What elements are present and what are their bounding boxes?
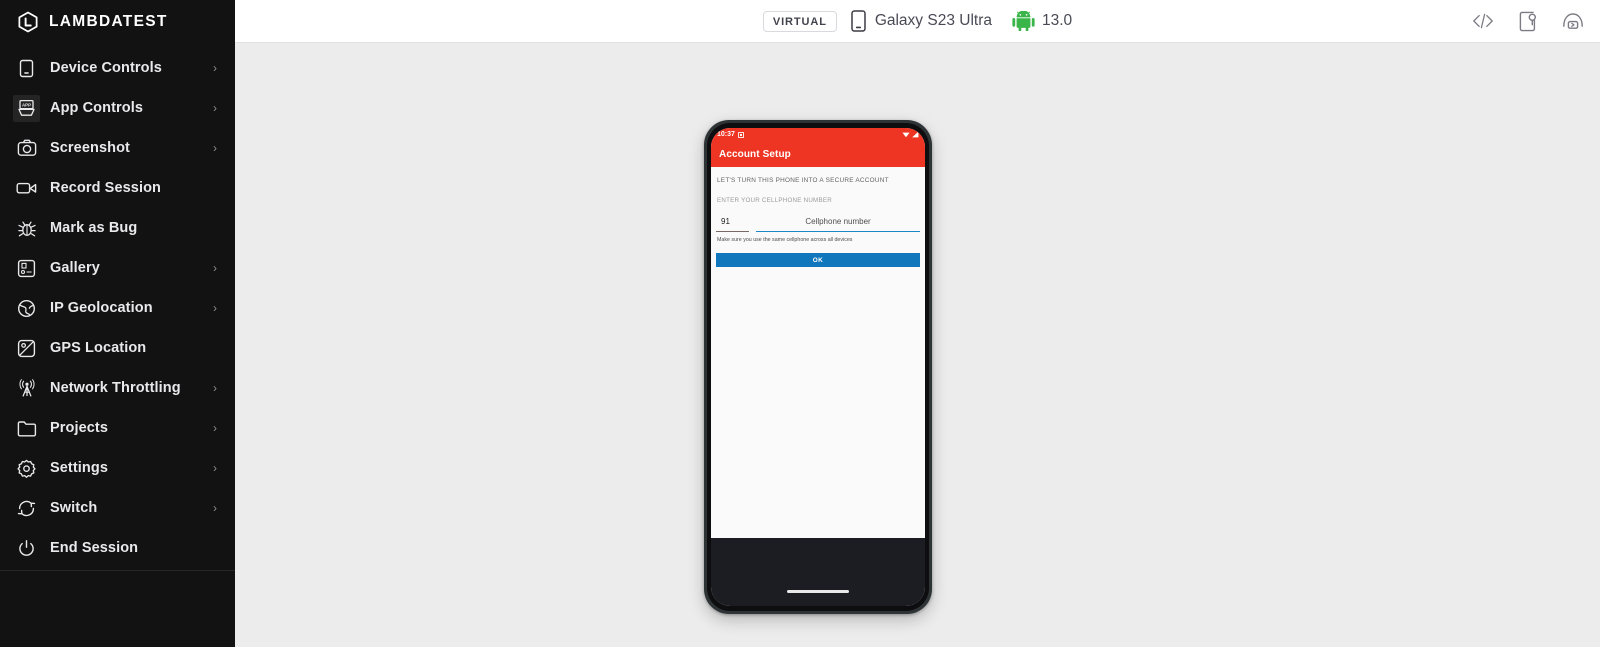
chevron-right-icon: ›: [213, 461, 217, 475]
sidebar-item-label: Projects: [50, 420, 109, 436]
sidebar-item-label: IP Geolocation: [50, 300, 153, 316]
main-area: VIRTUAL Galaxy S23 Ultra 13.0 10:37 Acco…: [235, 0, 1600, 647]
sidebar-item-label: Device Controls: [50, 60, 162, 76]
device-controls-icon: [16, 58, 37, 79]
gallery-icon: [16, 258, 37, 279]
chevron-right-icon: ›: [213, 141, 217, 155]
sidebar-item-ip-geolocation[interactable]: IP Geolocation ›: [0, 288, 235, 328]
status-bar-right: [902, 131, 919, 138]
cellphone-number-placeholder: Cellphone number: [805, 217, 871, 226]
network-tower-icon: [16, 378, 37, 399]
sidebar-item-label: Screenshot: [50, 140, 130, 156]
chevron-right-icon: ›: [213, 61, 217, 75]
app-controls-icon: APP: [13, 94, 40, 122]
topbar: VIRTUAL Galaxy S23 Ultra 13.0: [235, 0, 1600, 43]
form-helper-text: Make sure you use the same cellphone acr…: [717, 237, 853, 243]
topbar-session-info: VIRTUAL Galaxy S23 Ultra 13.0: [235, 0, 1600, 43]
brand-name: LAMBDATEST: [49, 13, 168, 30]
android-robot-icon: [1012, 11, 1035, 31]
sidebar-item-label: Settings: [50, 460, 108, 476]
chevron-right-icon: ›: [213, 501, 217, 515]
appium-logs-icon[interactable]: [1562, 10, 1584, 32]
sidebar-nav: Device Controls › APP App Controls › Scr…: [0, 48, 235, 571]
device-name: Galaxy S23 Ultra: [874, 12, 992, 29]
brand-logo[interactable]: LAMBDATEST: [0, 0, 235, 44]
sidebar-item-label: GPS Location: [50, 340, 147, 356]
country-code-input[interactable]: 91: [716, 211, 749, 232]
sidebar-item-settings[interactable]: Settings ›: [0, 448, 235, 488]
android-status-bar: 10:37: [711, 128, 925, 141]
app-content: LET'S TURN THIS PHONE INTO A SECURE ACCO…: [711, 167, 925, 538]
virtual-badge[interactable]: VIRTUAL: [762, 10, 837, 32]
sidebar-divider: [0, 570, 235, 571]
android-navigation-bar[interactable]: [711, 538, 925, 606]
ok-button-label: OK: [812, 256, 824, 264]
status-bar-left: 10:37: [717, 131, 744, 138]
gesture-pill-icon[interactable]: [787, 590, 849, 593]
sidebar-item-label: App Controls: [50, 100, 144, 116]
sidebar-item-device-controls[interactable]: Device Controls ›: [0, 48, 235, 88]
chevron-right-icon: ›: [213, 421, 217, 435]
sidebar-item-gps-location[interactable]: GPS Location: [0, 328, 235, 368]
device-bezel: 10:37 Account Setup LET'S TURN THIS PHON…: [707, 123, 929, 611]
sidebar-item-projects[interactable]: Projects ›: [0, 408, 235, 448]
bug-icon: [16, 218, 37, 239]
country-code-value: 91: [721, 217, 730, 226]
video-camera-icon: [16, 178, 37, 199]
os-chip: 13.0: [1012, 11, 1072, 31]
sidebar-item-label: Record Session: [50, 180, 161, 196]
device-frame-wrapper: 10:37 Account Setup LET'S TURN THIS PHON…: [704, 120, 932, 614]
chevron-right-icon: ›: [213, 381, 217, 395]
sidebar-item-gallery[interactable]: Gallery ›: [0, 248, 235, 288]
ok-button[interactable]: OK: [716, 253, 920, 267]
wifi-icon: [902, 132, 910, 138]
mobile-device-icon: [851, 10, 866, 32]
sidebar-item-label: Gallery: [50, 260, 100, 276]
app-bar: Account Setup: [711, 141, 925, 167]
sidebar-item-app-controls[interactable]: APP App Controls ›: [0, 88, 235, 128]
sidebar-item-end-session[interactable]: End Session: [0, 528, 235, 568]
camera-icon: [16, 138, 37, 159]
chevron-right-icon: ›: [213, 261, 217, 275]
device-frame: 10:37 Account Setup LET'S TURN THIS PHON…: [704, 120, 932, 614]
gear-icon: [16, 458, 37, 479]
lambdatest-logo-icon: [18, 11, 38, 33]
phone-input-row: 91 Cellphone number: [716, 211, 920, 232]
os-version: 13.0: [1041, 12, 1073, 29]
sidebar-item-switch[interactable]: Switch ›: [0, 488, 235, 528]
form-headline: LET'S TURN THIS PHONE INTO A SECURE ACCO…: [717, 177, 889, 184]
device-chip: Galaxy S23 Ultra: [851, 10, 992, 32]
chevron-right-icon: ›: [213, 301, 217, 315]
app-bar-title: Account Setup: [719, 148, 791, 160]
device-screen[interactable]: 10:37 Account Setup LET'S TURN THIS PHON…: [711, 128, 925, 606]
power-icon: [16, 538, 37, 559]
sidebar-item-screenshot[interactable]: Screenshot ›: [0, 128, 235, 168]
sidebar-item-label: Switch: [50, 500, 98, 516]
lambdatest-real-device-app: LAMBDATEST Device Controls › APP App Con…: [0, 0, 1600, 647]
signal-icon: [912, 131, 919, 138]
sidebar-item-network-throttling[interactable]: Network Throttling ›: [0, 368, 235, 408]
device-settings-icon[interactable]: [1517, 10, 1539, 32]
notification-icon: [737, 131, 744, 138]
switch-arrows-icon: [16, 498, 37, 519]
sidebar-item-label: Mark as Bug: [50, 220, 138, 236]
sidebar-item-record-session[interactable]: Record Session: [0, 168, 235, 208]
chevron-right-icon: ›: [213, 101, 217, 115]
globe-icon: [16, 298, 37, 319]
device-stage: 10:37 Account Setup LET'S TURN THIS PHON…: [235, 43, 1600, 647]
sidebar-item-mark-as-bug[interactable]: Mark as Bug: [0, 208, 235, 248]
svg-text:APP: APP: [22, 102, 31, 107]
sidebar-item-label: End Session: [50, 540, 139, 556]
form-sublabel: ENTER YOUR CELLPHONE NUMBER: [717, 197, 832, 204]
topbar-actions: [1472, 10, 1584, 32]
cellphone-number-input[interactable]: Cellphone number: [756, 211, 920, 232]
gps-location-icon: [16, 338, 37, 359]
folder-icon: [16, 418, 37, 439]
sidebar-item-label: Network Throttling: [50, 380, 181, 396]
status-bar-time: 10:37: [717, 131, 735, 138]
code-inspector-icon[interactable]: [1472, 10, 1494, 32]
sidebar: LAMBDATEST Device Controls › APP App Con…: [0, 0, 235, 647]
